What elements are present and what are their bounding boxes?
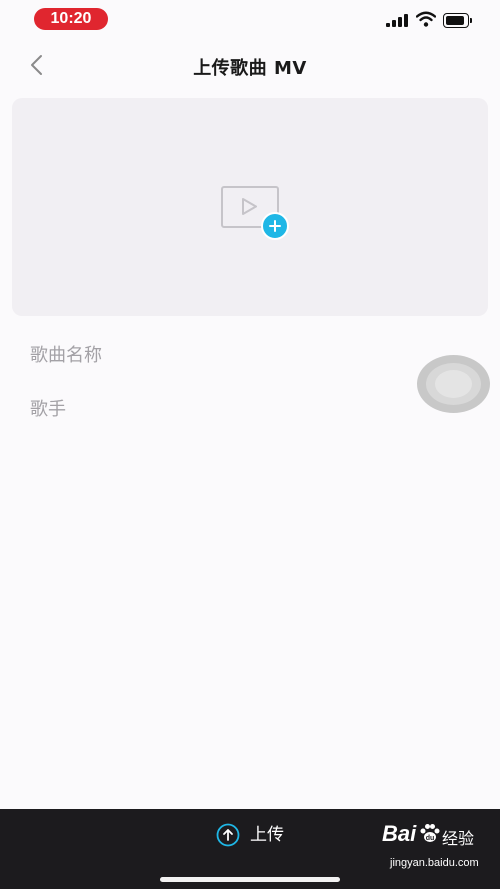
paw-icon: du: [420, 824, 440, 842]
watermark-brand: 经验: [442, 829, 475, 848]
add-plus-icon: [261, 212, 289, 240]
singer-field[interactable]: 歌手: [30, 395, 410, 425]
battery-icon: [443, 13, 473, 28]
svg-text:du: du: [426, 835, 435, 842]
wifi-icon: [416, 11, 436, 27]
home-indicator: [160, 877, 340, 882]
upload-arrow-icon: [216, 823, 240, 847]
cellular-signal-icon: [386, 13, 408, 27]
status-time: 10:20: [34, 8, 108, 30]
bottom-bar: 上传 Bai du 经验 jingyan.baidu.com: [0, 809, 500, 889]
upload-button[interactable]: 上传: [210, 819, 300, 851]
baidu-jingyan-watermark: Bai du 经验 jingyan.baidu.com: [382, 815, 500, 885]
upload-button-label: 上传: [250, 825, 284, 845]
upload-video-area[interactable]: [12, 98, 488, 316]
song-name-field[interactable]: 歌曲名称: [30, 341, 410, 371]
watermark-url: jingyan.baidu.com: [390, 857, 479, 869]
assistive-touch-button[interactable]: [417, 355, 490, 413]
watermark-logo-text: Bai: [382, 821, 417, 846]
nav-bar: 上传歌曲 MV: [0, 40, 500, 90]
status-bar: 10:20: [0, 0, 500, 40]
page-title: 上传歌曲 MV: [193, 58, 307, 79]
